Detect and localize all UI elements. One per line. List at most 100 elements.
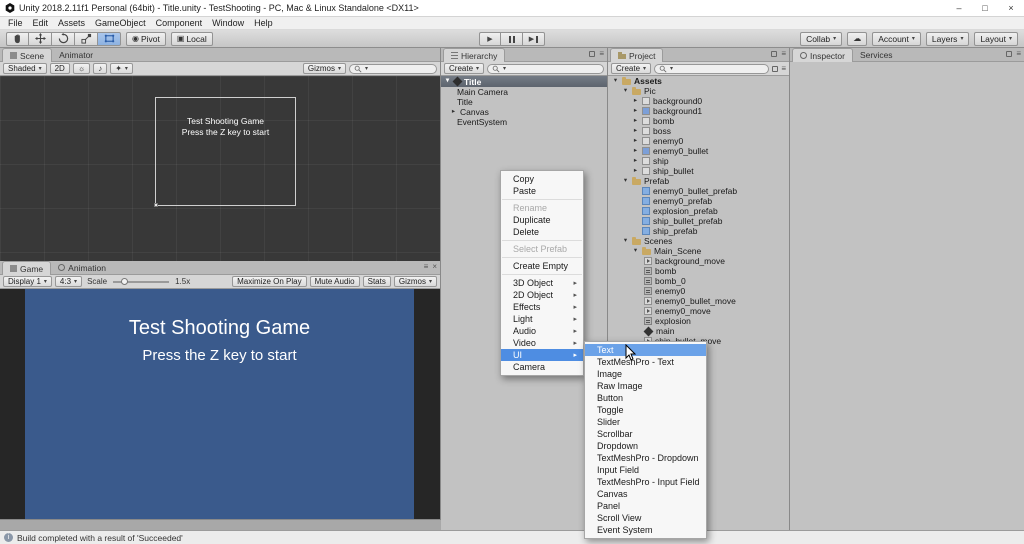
submenu-item-button[interactable]: Button (585, 392, 706, 404)
tab-services[interactable]: Services (853, 48, 900, 61)
project-search-input[interactable]: ▾ (654, 63, 770, 74)
panel-menu-icon[interactable]: ≡ (781, 50, 786, 58)
expander-open-icon[interactable]: ▾ (444, 78, 451, 85)
search-filter-icon[interactable] (772, 65, 779, 72)
menu-item-video[interactable]: Video ▸ (501, 337, 583, 349)
project-row-scenes[interactable]: ▾ Scenes (608, 236, 789, 246)
project-row[interactable]: enemy0_bullet_move (608, 296, 789, 306)
project-row[interactable]: ▸ ship (608, 156, 789, 166)
local-toggle-button[interactable]: ▣ Local (170, 31, 213, 46)
expander-closed-icon[interactable]: ▸ (632, 107, 639, 115)
tab-project[interactable]: Project (610, 48, 664, 62)
menu-item-light[interactable]: Light ▸ (501, 313, 583, 325)
scene-row-title[interactable]: ▾ Title (441, 76, 607, 87)
scale-slider[interactable] (113, 277, 170, 285)
move-tool-button[interactable] (29, 31, 52, 46)
project-row-assets[interactable]: ▾ Assets (608, 76, 789, 86)
scene-viewport[interactable]: Test Shooting Game Press the Z key to st… (0, 76, 440, 261)
project-row[interactable]: background_move (608, 256, 789, 266)
submenu-item-image[interactable]: Image (585, 368, 706, 380)
2d-toggle-button[interactable]: 2D (49, 63, 70, 74)
submenu-item-scrollbar[interactable]: Scrollbar (585, 428, 706, 440)
project-row[interactable]: explosion (608, 316, 789, 326)
project-row[interactable]: ship_bullet_prefab (608, 216, 789, 226)
submenu-item-textmeshpro-text[interactable]: TextMeshPro - Text (585, 356, 706, 368)
display-dropdown[interactable]: Display 1 ▾ (3, 276, 52, 287)
tab-animator[interactable]: Animator (52, 48, 100, 61)
shaded-dropdown[interactable]: Shaded ▾ (3, 63, 47, 74)
stats-button[interactable]: Stats (362, 276, 391, 287)
game-viewport[interactable]: Test Shooting Game Press the Z key to st… (0, 289, 440, 519)
submenu-item-panel[interactable]: Panel (585, 500, 706, 512)
pivot-toggle-button[interactable]: ◉ Pivot (126, 31, 166, 46)
hierarchy-item-title[interactable]: Title (441, 97, 607, 107)
expander-closed-icon[interactable]: ▸ (632, 97, 639, 105)
layers-dropdown[interactable]: Layers ▾ (925, 31, 970, 46)
layout-dropdown[interactable]: Layout ▾ (974, 31, 1018, 46)
maximize-button[interactable]: □ (972, 0, 998, 16)
tab-hierarchy[interactable]: Hierarchy (443, 48, 506, 62)
panel-menu-icon[interactable]: ≡ (1016, 50, 1021, 58)
panel-menu-icon[interactable]: ≡ (781, 64, 786, 73)
status-bar[interactable]: i Build completed with a result of 'Succ… (0, 530, 1024, 544)
project-row[interactable]: main (608, 326, 789, 336)
menu-window[interactable]: Window (207, 18, 249, 28)
lock-icon[interactable] (771, 51, 778, 57)
submenu-item-canvas[interactable]: Canvas (585, 488, 706, 500)
project-row[interactable]: ▸ background1 (608, 106, 789, 116)
submenu-item-textmeshpro-dropdown[interactable]: TextMeshPro - Dropdown (585, 452, 706, 464)
expander-open-icon[interactable]: ▾ (612, 77, 619, 85)
submenu-item-slider[interactable]: Slider (585, 416, 706, 428)
submenu-item-event-system[interactable]: Event System (585, 524, 706, 536)
step-button[interactable]: ▶ (523, 32, 545, 46)
menu-help[interactable]: Help (249, 18, 278, 28)
project-row[interactable]: explosion_prefab (608, 206, 789, 216)
submenu-item-text[interactable]: Text (585, 344, 706, 356)
project-row[interactable]: enemy0_prefab (608, 196, 789, 206)
project-row[interactable]: bomb_0 (608, 276, 789, 286)
expander-open-icon[interactable]: ▾ (622, 87, 629, 95)
project-row-prefab[interactable]: ▾ Prefab (608, 176, 789, 186)
menu-component[interactable]: Component (151, 18, 208, 28)
project-row[interactable]: ▸ bomb (608, 116, 789, 126)
menu-item-camera[interactable]: Camera (501, 361, 583, 373)
panel-close-icon[interactable]: × (432, 263, 437, 271)
menu-item-audio[interactable]: Audio ▸ (501, 325, 583, 337)
scene-lighting-button[interactable]: ☼ (72, 63, 91, 74)
lock-icon[interactable] (589, 51, 596, 57)
menu-item-duplicate[interactable]: Duplicate (501, 214, 583, 226)
hierarchy-item-eventsystem[interactable]: EventSystem (441, 117, 607, 127)
account-dropdown[interactable]: Account ▾ (872, 31, 921, 46)
menu-gameobject[interactable]: GameObject (90, 18, 151, 28)
submenu-item-textmeshpro-input-field[interactable]: TextMeshPro - Input Field (585, 476, 706, 488)
scene-effects-dropdown[interactable]: ✦ ▾ (110, 63, 133, 74)
maximize-on-play-button[interactable]: Maximize On Play (232, 276, 307, 287)
collab-dropdown[interactable]: Collab ▾ (800, 31, 843, 46)
project-row[interactable]: ship_prefab (608, 226, 789, 236)
pause-button[interactable] (501, 32, 523, 46)
scale-slider-thumb[interactable] (121, 277, 129, 285)
hand-tool-button[interactable] (6, 31, 29, 46)
expander-closed-icon[interactable]: ▸ (632, 147, 639, 155)
expander-closed-icon[interactable]: ▸ (632, 127, 639, 135)
scene-audio-button[interactable]: ♪ (93, 63, 108, 74)
project-row[interactable]: enemy0 (608, 286, 789, 296)
project-row[interactable]: bomb (608, 266, 789, 276)
menu-item-delete[interactable]: Delete (501, 226, 583, 238)
rect-tool-button[interactable] (98, 31, 121, 46)
menu-item-effects[interactable]: Effects ▸ (501, 301, 583, 313)
cloud-button[interactable]: ☁ (847, 31, 868, 46)
expander-closed-icon[interactable]: ▸ (632, 167, 639, 175)
play-button[interactable]: ▶ (479, 32, 501, 46)
menu-item-3d-object[interactable]: 3D Object ▸ (501, 277, 583, 289)
canvas-gizmo-rect[interactable]: Test Shooting Game Press the Z key to st… (154, 97, 296, 207)
expander-open-icon[interactable]: ▾ (622, 237, 629, 245)
project-row[interactable]: enemy0_bullet_prefab (608, 186, 789, 196)
minimize-button[interactable]: – (946, 0, 972, 16)
lock-icon[interactable] (1006, 51, 1013, 57)
aspect-dropdown[interactable]: 4:3 ▾ (54, 276, 83, 287)
hierarchy-item-main-camera[interactable]: Main Camera (441, 87, 607, 97)
expander-closed-icon[interactable]: ▸ (632, 157, 639, 165)
menu-item-create-empty[interactable]: Create Empty (501, 260, 583, 272)
project-row-pic[interactable]: ▾ Pic (608, 86, 789, 96)
